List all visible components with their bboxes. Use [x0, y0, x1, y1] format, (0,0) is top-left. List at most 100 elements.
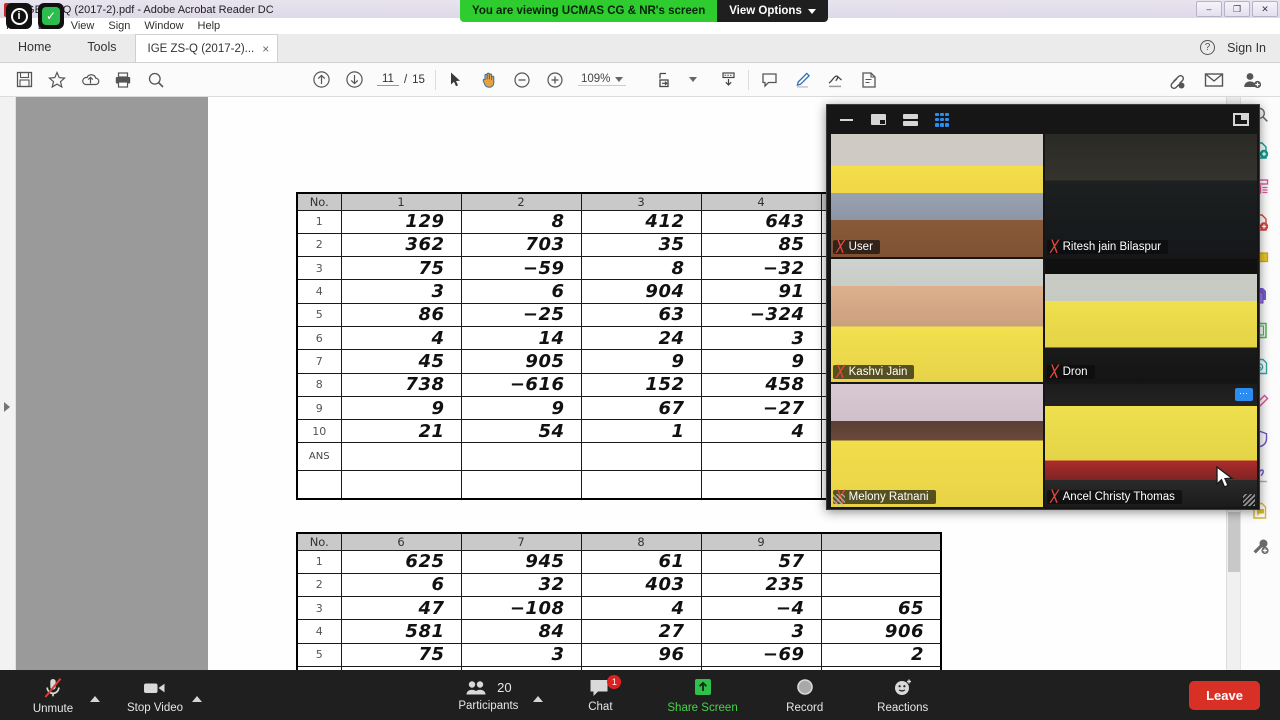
- cell: 63: [580, 302, 702, 327]
- answer-cell[interactable]: [580, 442, 702, 472]
- tabstrip-right-group: ? Sign In: [1200, 33, 1280, 62]
- tab-home[interactable]: Home: [0, 33, 69, 62]
- navigation-pane-rail[interactable]: [0, 97, 16, 670]
- answer-cell[interactable]: [700, 442, 822, 472]
- video-tile-ritesh[interactable]: ╳ Ritesh jain Bilaspur: [1045, 134, 1257, 257]
- unmute-button[interactable]: Unmute: [22, 676, 84, 715]
- answer-cell[interactable]: [460, 442, 582, 472]
- cloud-upload-icon[interactable]: [80, 70, 100, 90]
- cell: 4: [340, 325, 462, 351]
- chevron-down-icon[interactable]: [689, 77, 698, 82]
- resize-grip-left[interactable]: [833, 494, 845, 506]
- sign-in-button[interactable]: Sign In: [1227, 41, 1266, 55]
- table-row: 5 75 3 96 −69 2: [296, 642, 942, 667]
- table-header-row: No. 6 7 8 9: [296, 532, 942, 551]
- cell: 904: [580, 279, 702, 304]
- minimize-button[interactable]: –: [1196, 1, 1222, 17]
- info-overlay-icon[interactable]: i: [6, 3, 32, 29]
- add-person-icon[interactable]: [1242, 70, 1262, 90]
- zoom-out-button[interactable]: [512, 70, 532, 90]
- share-screen-button[interactable]: Share Screen: [667, 677, 738, 714]
- participants-button[interactable]: 20 Participants: [457, 679, 519, 712]
- sign-icon[interactable]: [825, 70, 845, 90]
- video-tile-kashvi[interactable]: ╳ Kashvi Jain: [831, 259, 1043, 382]
- shield-overlay-icon[interactable]: ✓: [38, 3, 64, 29]
- cell: 86: [340, 302, 462, 327]
- scrollbar-thumb[interactable]: [1228, 512, 1240, 572]
- star-icon[interactable]: [47, 70, 67, 90]
- worksheet-table-2: No. 6 7 8 9 1 625 945 61 57 2 6 32 403 235 3 47 −1…: [296, 532, 942, 670]
- answer-cell[interactable]: [340, 442, 462, 472]
- menu-item-window[interactable]: Window: [144, 20, 183, 32]
- print-icon[interactable]: [113, 70, 133, 90]
- select-cursor-icon[interactable]: [446, 70, 466, 90]
- cell: 85: [700, 232, 822, 258]
- audio-options-button[interactable]: [90, 689, 100, 702]
- pip-icon[interactable]: [1233, 113, 1249, 126]
- cell: 905: [460, 349, 582, 374]
- table-row: 1 625 945 61 57: [296, 549, 942, 574]
- leave-meeting-button[interactable]: Leave: [1189, 680, 1260, 710]
- cell: 6: [340, 572, 462, 598]
- tab-tools[interactable]: Tools: [69, 33, 134, 62]
- single-view-icon[interactable]: [869, 113, 887, 127]
- menu-item-sign[interactable]: Sign: [108, 20, 130, 32]
- page-number-input[interactable]: 11: [377, 73, 399, 86]
- zoom-in-button[interactable]: [545, 70, 565, 90]
- restore-button[interactable]: ❐: [1224, 1, 1250, 17]
- page-navigator[interactable]: 11 / 15: [377, 73, 425, 86]
- cell: 9: [340, 395, 462, 421]
- highlight-pen-icon[interactable]: [792, 70, 812, 90]
- mic-muted-icon: [44, 677, 62, 698]
- gallery-view-icon[interactable]: [933, 112, 951, 127]
- fit-page-icon[interactable]: [656, 70, 676, 90]
- more-tools-icon[interactable]: [1250, 535, 1272, 557]
- cell: 3: [340, 279, 462, 304]
- comment-icon[interactable]: [759, 70, 779, 90]
- menu-item-help[interactable]: Help: [198, 20, 221, 32]
- table-row: 4 581 84 27 3 906: [296, 619, 942, 644]
- prev-page-icon[interactable]: [311, 70, 331, 90]
- menu-item-view[interactable]: View: [71, 20, 95, 32]
- hand-tool-icon[interactable]: [479, 70, 499, 90]
- zoom-toolbar-center: 20 Participants 1 Chat Share Screen Reco…: [457, 674, 934, 714]
- more-options-icon[interactable]: ⋯: [1235, 388, 1253, 401]
- speaker-view-icon[interactable]: [901, 113, 919, 127]
- video-tile-dron[interactable]: ╳ Dron: [1045, 259, 1257, 382]
- participants-options-button[interactable]: [533, 689, 544, 702]
- zoom-search-icon[interactable]: [146, 70, 166, 90]
- video-tile-melony[interactable]: ╳ Melony Ratnani: [831, 384, 1043, 507]
- participant-name: Ancel Christy Thomas: [1062, 491, 1175, 503]
- stamp-icon[interactable]: [858, 70, 878, 90]
- reactions-button[interactable]: Reactions: [872, 677, 934, 714]
- video-options-button[interactable]: [192, 689, 202, 702]
- chat-button[interactable]: 1 Chat: [569, 674, 631, 713]
- help-icon[interactable]: ?: [1200, 40, 1216, 55]
- zoom-video-panel[interactable]: ╳ User ╳ Ritesh jain Bilaspur ╳ Kashvi J…: [826, 104, 1260, 510]
- column-header-4: 4: [700, 192, 822, 211]
- tab-document[interactable]: IGE ZS-Q (2017-2)... ×: [134, 34, 279, 62]
- scroll-mode-icon[interactable]: [718, 70, 738, 90]
- record-button[interactable]: Record: [774, 677, 836, 714]
- view-options-button[interactable]: View Options: [717, 0, 828, 22]
- stop-video-button[interactable]: Stop Video: [124, 677, 186, 714]
- minimize-icon[interactable]: [837, 113, 855, 127]
- email-icon[interactable]: [1204, 70, 1224, 90]
- close-button[interactable]: ✕: [1252, 1, 1278, 17]
- acrobat-tabstrip: Home Tools IGE ZS-Q (2017-2)... × ? Sign…: [0, 34, 1280, 63]
- video-tile-user[interactable]: ╳ User: [831, 134, 1043, 257]
- zoom-meeting-toolbar[interactable]: Unmute Stop Video 20 Participants 1 Chat…: [0, 670, 1280, 720]
- expand-pane-icon[interactable]: [4, 402, 10, 412]
- window-controls[interactable]: – ❐ ✕: [1196, 1, 1278, 17]
- zoom-level-select[interactable]: 109%: [577, 73, 627, 86]
- close-icon[interactable]: ×: [262, 42, 269, 56]
- blank-cell: [460, 470, 582, 500]
- link-share-icon[interactable]: [1166, 70, 1186, 90]
- row-number: 1: [296, 209, 342, 234]
- cell: 945: [460, 549, 582, 574]
- zoom-panel-header[interactable]: [827, 105, 1259, 134]
- resize-grip-right[interactable]: [1243, 494, 1255, 506]
- next-page-icon[interactable]: [344, 70, 364, 90]
- save-icon[interactable]: [14, 70, 34, 90]
- mic-muted-icon: ╳: [1050, 240, 1059, 253]
